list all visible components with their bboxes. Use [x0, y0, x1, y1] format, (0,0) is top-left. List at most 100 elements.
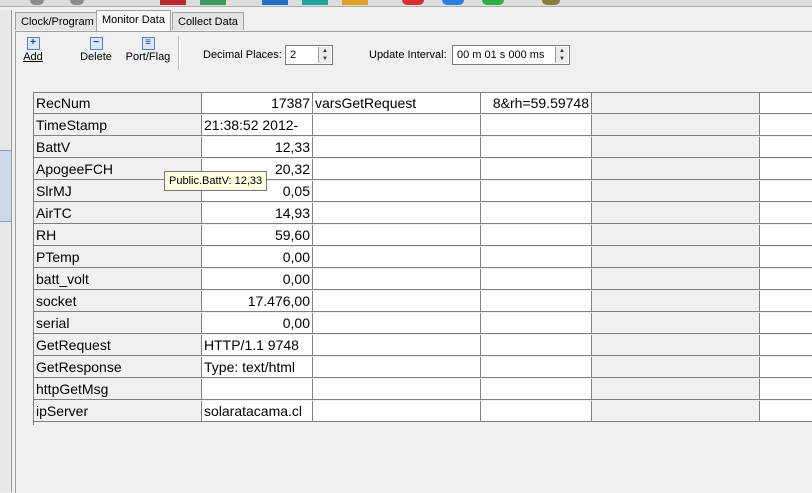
table-row[interactable]: GetRequest 9748 HTTP/1.1 [34, 335, 812, 357]
field-name-2[interactable] [313, 401, 481, 422]
field-name[interactable]: AirTC [34, 203, 202, 224]
field-name-2[interactable] [313, 313, 481, 334]
field-value-2[interactable] [481, 401, 592, 422]
table-row[interactable]: serial 0,00 [34, 313, 812, 335]
empty-cell[interactable] [592, 269, 760, 290]
empty-cell[interactable] [592, 93, 760, 114]
empty-cell[interactable] [760, 203, 812, 224]
field-value[interactable]: 14,93 [202, 203, 313, 224]
field-name-2[interactable] [313, 115, 481, 136]
field-name-2[interactable] [313, 379, 481, 400]
field-value-2[interactable] [481, 379, 592, 400]
field-value-2[interactable] [481, 313, 592, 334]
empty-cell[interactable] [592, 181, 760, 202]
field-name[interactable]: httpGetMsg [34, 379, 202, 400]
field-value-2[interactable] [481, 357, 592, 378]
table-row[interactable]: socket 17.476,00 [34, 291, 812, 313]
field-name[interactable]: GetRequest [34, 335, 202, 356]
field-name[interactable]: batt_volt [34, 269, 202, 290]
field-value[interactable]: 17.476,00 [202, 291, 313, 312]
empty-cell[interactable] [592, 401, 760, 422]
field-name-2[interactable] [313, 225, 481, 246]
field-name-2[interactable]: varsGetRequest [313, 93, 481, 114]
field-name[interactable]: PTemp [34, 247, 202, 268]
field-name[interactable]: TimeStamp [34, 115, 202, 136]
field-value-2[interactable] [481, 247, 592, 268]
field-value-2[interactable] [481, 225, 592, 246]
field-name[interactable]: BattV [34, 137, 202, 158]
field-value-2[interactable] [481, 335, 592, 356]
table-row[interactable]: ipServer solaratacama.cl [34, 401, 812, 423]
add-button[interactable]: + Add [18, 37, 48, 63]
field-name[interactable]: RecNum [34, 93, 202, 114]
empty-cell[interactable] [760, 247, 812, 268]
empty-cell[interactable] [760, 93, 812, 114]
empty-cell[interactable] [592, 159, 760, 180]
spinner-arrows-icon[interactable]: ▲ ▼ [555, 47, 568, 63]
empty-cell[interactable] [760, 401, 812, 422]
field-name-2[interactable] [313, 181, 481, 202]
empty-cell[interactable] [592, 115, 760, 136]
field-value[interactable]: -2012 21:38:52 [202, 115, 313, 136]
empty-cell[interactable] [592, 335, 760, 356]
field-name[interactable]: ipServer [34, 401, 202, 422]
table-row[interactable]: batt_volt 0,00 [34, 269, 812, 291]
field-name-2[interactable] [313, 247, 481, 268]
table-row[interactable]: SlrMJ 0,05 [34, 181, 812, 203]
empty-cell[interactable] [760, 225, 812, 246]
field-name-2[interactable] [313, 335, 481, 356]
field-name[interactable]: GetResponse [34, 357, 202, 378]
field-value[interactable]: 12,33 [202, 137, 313, 158]
field-value[interactable]: 17387 [202, 93, 313, 114]
table-row[interactable]: ApogeeFCH 20,32 [34, 159, 812, 181]
empty-cell[interactable] [760, 313, 812, 334]
table-row[interactable]: PTemp 0,00 [34, 247, 812, 269]
empty-cell[interactable] [592, 379, 760, 400]
field-value[interactable]: 0,00 [202, 313, 313, 334]
tab-clock-program[interactable]: Clock/Program [15, 12, 100, 30]
table-row[interactable]: TimeStamp -2012 21:38:52 [34, 115, 812, 137]
table-row[interactable]: RecNum 17387 varsGetRequest 8&rh=59.5974… [34, 93, 812, 115]
decimal-places-spinner[interactable]: 2 ▲ ▼ [285, 45, 333, 65]
empty-cell[interactable] [760, 357, 812, 378]
tab-monitor-data[interactable]: Monitor Data [96, 10, 171, 31]
table-row[interactable]: AirTC 14,93 [34, 203, 812, 225]
update-interval-spinner[interactable]: 00 m 01 s 000 ms ▲ ▼ [452, 45, 570, 65]
field-name-2[interactable] [313, 357, 481, 378]
field-value[interactable] [202, 379, 313, 400]
empty-cell[interactable] [760, 335, 812, 356]
field-name[interactable]: serial [34, 313, 202, 334]
table-row[interactable]: RH 59,60 [34, 225, 812, 247]
field-value-2[interactable] [481, 115, 592, 136]
table-row[interactable]: GetResponse Type: text/html [34, 357, 812, 379]
table-row[interactable]: BattV 12,33 [34, 137, 812, 159]
field-name-2[interactable] [313, 137, 481, 158]
empty-cell[interactable] [592, 291, 760, 312]
field-name[interactable]: RH [34, 225, 202, 246]
delete-button[interactable]: − Delete [78, 37, 114, 63]
empty-cell[interactable] [760, 291, 812, 312]
field-name[interactable]: socket [34, 291, 202, 312]
field-value[interactable]: 0,00 [202, 247, 313, 268]
field-value[interactable]: 9748 HTTP/1.1 [202, 335, 313, 356]
field-value-2[interactable] [481, 181, 592, 202]
empty-cell[interactable] [592, 225, 760, 246]
field-value-2[interactable] [481, 159, 592, 180]
empty-cell[interactable] [592, 247, 760, 268]
field-value[interactable]: Type: text/html [202, 357, 313, 378]
empty-cell[interactable] [592, 137, 760, 158]
field-value-2[interactable]: 8&rh=59.59748 [481, 93, 592, 114]
empty-cell[interactable] [760, 379, 812, 400]
empty-cell[interactable] [760, 137, 812, 158]
empty-cell[interactable] [760, 115, 812, 136]
empty-cell[interactable] [760, 269, 812, 290]
field-name-2[interactable] [313, 159, 481, 180]
field-value-2[interactable] [481, 291, 592, 312]
table-row[interactable]: httpGetMsg [34, 379, 812, 401]
empty-cell[interactable] [760, 159, 812, 180]
field-name-2[interactable] [313, 203, 481, 224]
empty-cell[interactable] [592, 203, 760, 224]
field-value[interactable]: 59,60 [202, 225, 313, 246]
empty-cell[interactable] [760, 181, 812, 202]
empty-cell[interactable] [592, 313, 760, 334]
